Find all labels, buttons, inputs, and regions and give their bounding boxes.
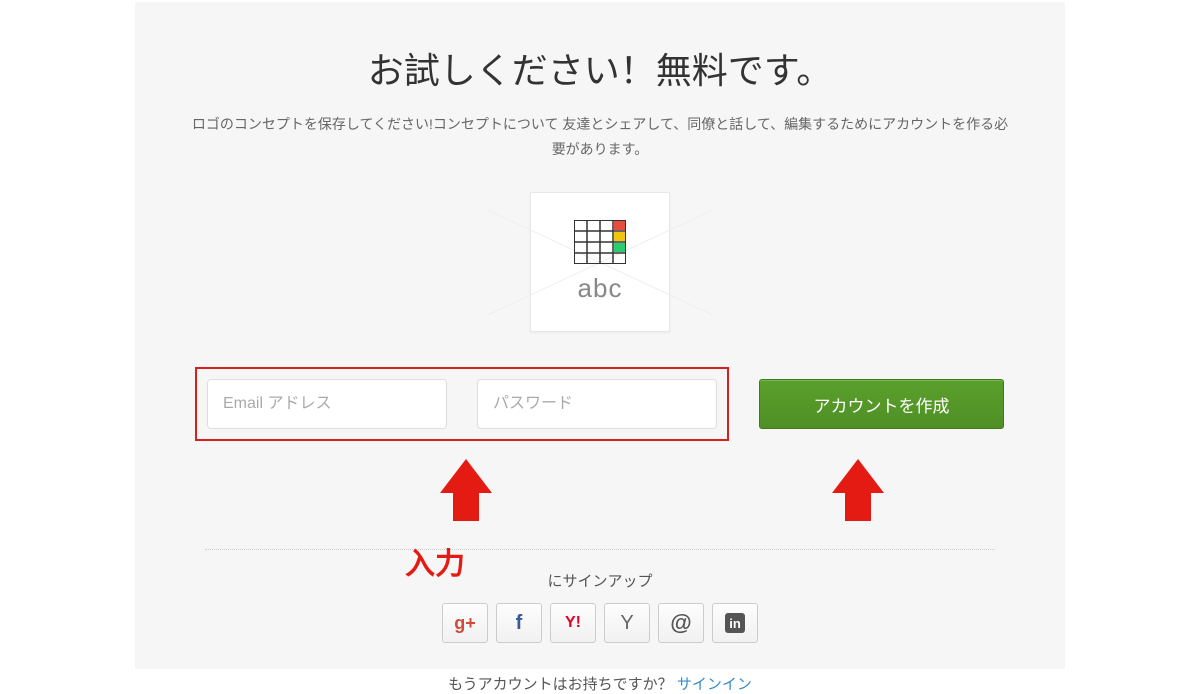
email-field[interactable] xyxy=(207,379,447,429)
page-title: お試しください！無料です。 xyxy=(135,42,1065,94)
facebook-icon: f xyxy=(516,612,523,635)
at-icon: @ xyxy=(670,610,691,636)
logo-text: abc xyxy=(578,273,623,304)
arrow-icon xyxy=(832,459,884,493)
yahoo-jp-icon: Y! xyxy=(565,614,581,632)
logo-preview-card: abc xyxy=(530,192,670,332)
yahoo-icon: Y xyxy=(620,612,633,635)
google-plus-button[interactable]: g+ xyxy=(442,603,488,643)
annotation-arrows: 入力 xyxy=(195,459,1005,519)
grid-icon xyxy=(574,220,626,269)
signin-prompt-text: もうアカウントはお持ちですか？ xyxy=(448,676,677,693)
linkedin-icon: in xyxy=(725,613,745,633)
signup-form-row: アカウントを作成 xyxy=(195,367,1005,441)
email-button[interactable]: @ xyxy=(658,603,704,643)
signin-link[interactable]: サインイン xyxy=(677,676,752,693)
linkedin-button[interactable]: in xyxy=(712,603,758,643)
google-plus-icon: g+ xyxy=(454,613,476,634)
facebook-button[interactable]: f xyxy=(496,603,542,643)
arrow-icon xyxy=(440,459,492,493)
yahoo-button[interactable]: Y xyxy=(604,603,650,643)
password-field[interactable] xyxy=(477,379,717,429)
social-signup-label: にサインアップ xyxy=(135,570,1065,591)
signup-panel: お試しください！無料です。 ロゴのコンセプトを保存してください!コンセプトについ… xyxy=(135,2,1065,669)
social-buttons-row: g+ f Y! Y @ in xyxy=(135,603,1065,643)
page-subtitle: ロゴのコンセプトを保存してください!コンセプトについて 友達とシェアして、同僚と… xyxy=(190,112,1010,162)
signin-prompt-row: もうアカウントはお持ちですか？ サインイン xyxy=(135,673,1065,694)
social-signup-section: にサインアップ g+ f Y! Y @ in xyxy=(135,570,1065,643)
yahoo-jp-button[interactable]: Y! xyxy=(550,603,596,643)
create-account-button[interactable]: アカウントを作成 xyxy=(759,379,1004,429)
annotation-input-label: 入力 xyxy=(405,539,465,583)
divider xyxy=(205,549,995,550)
input-highlight-box xyxy=(195,367,729,441)
